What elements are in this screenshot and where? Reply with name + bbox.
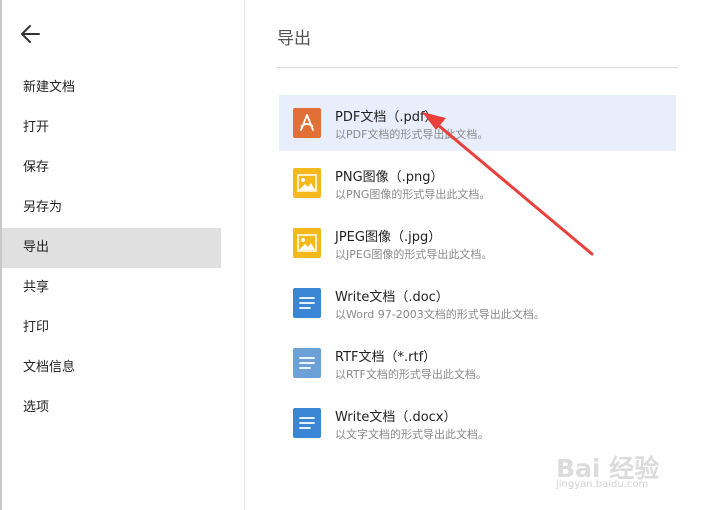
- panel-divider: [244, 0, 245, 510]
- format-description: 以PDF文档的形式导出此文档。: [335, 128, 489, 141]
- sidebar-item-new[interactable]: 新建文档: [2, 68, 221, 108]
- sidebar-item-label: 选项: [23, 400, 50, 415]
- format-title: Write文档（.docx）: [335, 410, 457, 425]
- format-title: Write文档（.doc）: [335, 290, 449, 305]
- export-rtf-option[interactable]: RTF文档（*.rtf） 以RTF文档的形式导出此文档。: [279, 335, 676, 391]
- sidebar-item-label: 新建文档: [23, 80, 76, 95]
- pdf-icon: [293, 108, 321, 138]
- back-button[interactable]: [18, 22, 44, 46]
- document-icon: [293, 288, 321, 318]
- sidebar-nav: 新建文档 打开 保存 另存为 导出 共享 打印 文档信息 选项: [2, 68, 221, 428]
- document-icon: [293, 348, 321, 378]
- sidebar-item-open[interactable]: 打开: [2, 108, 221, 148]
- sidebar-item-doc-info[interactable]: 文档信息: [2, 348, 221, 388]
- export-docx-option[interactable]: Write文档（.docx） 以文字文档的形式导出此文档。: [279, 395, 676, 451]
- sidebar-item-label: 保存: [23, 160, 50, 175]
- watermark-url: jingyan.baidu.com: [556, 479, 649, 490]
- sidebar-item-label: 打开: [23, 120, 50, 135]
- sidebar-item-label: 打印: [23, 320, 50, 335]
- sidebar-item-share[interactable]: 共享: [2, 268, 221, 308]
- format-description: 以Word 97-2003文档的形式导出此文档。: [335, 308, 545, 321]
- image-icon: [293, 168, 321, 198]
- sidebar-item-label: 另存为: [23, 200, 63, 215]
- sidebar-item-label: 文档信息: [23, 360, 76, 375]
- sidebar-item-options[interactable]: 选项: [2, 388, 221, 428]
- arrow-left-icon: [21, 25, 40, 43]
- format-title: PNG图像（.png）: [335, 170, 444, 185]
- export-jpeg-option[interactable]: JPEG图像（.jpg） 以JPEG图像的形式导出此文档。: [279, 215, 676, 271]
- sidebar-item-label: 导出: [23, 240, 50, 255]
- sidebar-item-print[interactable]: 打印: [2, 308, 221, 348]
- sidebar-item-save[interactable]: 保存: [2, 148, 221, 188]
- format-title: PDF文档（.pdf）: [335, 110, 438, 125]
- format-description: 以RTF文档的形式导出此文档。: [335, 368, 487, 381]
- export-pdf-option[interactable]: PDF文档（.pdf） 以PDF文档的形式导出此文档。: [279, 95, 676, 151]
- format-title: JPEG图像（.jpg）: [335, 230, 442, 245]
- title-divider: [277, 67, 678, 68]
- export-doc-option[interactable]: Write文档（.doc） 以Word 97-2003文档的形式导出此文档。: [279, 275, 676, 331]
- sidebar-item-export[interactable]: 导出: [2, 228, 221, 268]
- format-description: 以文字文档的形式导出此文档。: [335, 428, 489, 441]
- format-description: 以PNG图像的形式导出此文档。: [335, 188, 491, 201]
- document-icon: [293, 408, 321, 438]
- format-description: 以JPEG图像的形式导出此文档。: [335, 248, 493, 261]
- export-format-list: PDF文档（.pdf） 以PDF文档的形式导出此文档。 PNG图像（.png） …: [279, 95, 676, 455]
- image-icon: [293, 228, 321, 258]
- page-title: 导出: [277, 29, 311, 49]
- format-title: RTF文档（*.rtf）: [335, 350, 437, 365]
- sidebar-item-label: 共享: [23, 280, 50, 295]
- sidebar: 新建文档 打开 保存 另存为 导出 共享 打印 文档信息 选项: [2, 0, 221, 510]
- sidebar-item-save-as[interactable]: 另存为: [2, 188, 221, 228]
- export-png-option[interactable]: PNG图像（.png） 以PNG图像的形式导出此文档。: [279, 155, 676, 211]
